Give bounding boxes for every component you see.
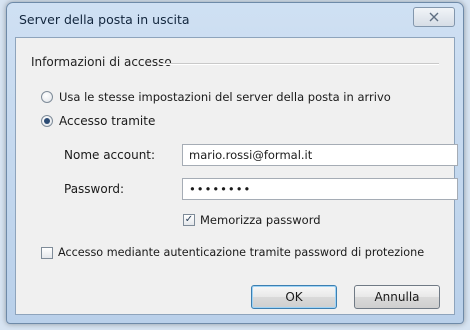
radio-same-settings-button[interactable] [41, 91, 53, 103]
password-label: Password: [64, 182, 125, 196]
spa-authentication-checkbox[interactable]: Accesso mediante autenticazione tramite … [41, 246, 424, 259]
radio-login-with[interactable]: Accesso tramite [41, 114, 155, 128]
close-button[interactable] [413, 7, 455, 27]
title-bar[interactable]: Server della posta in uscita [7, 3, 463, 35]
radio-same-settings-label: Usa le stesse impostazioni del server de… [59, 90, 391, 104]
remember-password-checkmark[interactable]: ✓ [183, 214, 195, 226]
radio-same-settings[interactable]: Usa le stesse impostazioni del server de… [41, 90, 391, 104]
cancel-button[interactable]: Annulla [354, 285, 440, 309]
dialog-window: Server della posta in uscita Informazion… [6, 2, 464, 324]
ok-button[interactable]: OK [251, 285, 337, 309]
radio-login-with-button[interactable] [41, 115, 53, 127]
close-icon [429, 12, 439, 22]
password-field[interactable]: •••••••• [182, 178, 458, 200]
account-name-field[interactable]: mario.rossi@formal.it [182, 144, 458, 166]
radio-login-with-label: Accesso tramite [59, 114, 156, 128]
remember-password-label: Memorizza password [200, 213, 321, 227]
group-divider [161, 63, 439, 64]
remember-password-checkbox[interactable]: ✓ Memorizza password [183, 213, 321, 227]
group-label: Informazioni di accesso [31, 55, 172, 69]
spa-authentication-box[interactable] [41, 246, 53, 259]
window-title: Server della posta in uscita [19, 12, 190, 27]
dialog-content: Informazioni di accesso Usa le stesse im… [15, 37, 458, 315]
account-name-label: Nome account: [64, 148, 156, 162]
spa-authentication-label: Accesso mediante autenticazione tramite … [58, 246, 425, 259]
